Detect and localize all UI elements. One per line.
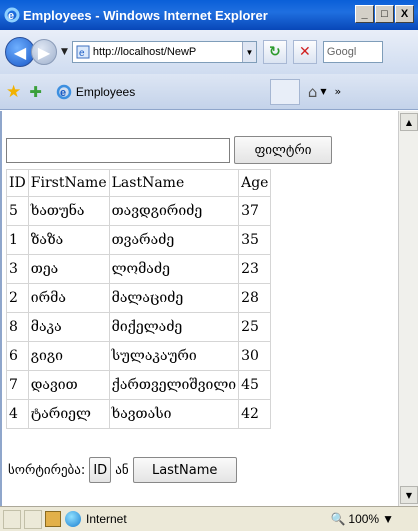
- svg-text:e: e: [60, 87, 66, 99]
- more-tools-icon[interactable]: »: [335, 85, 342, 98]
- protected-mode-icon: [45, 511, 61, 527]
- table-row: 5 ხათუნა თავდგირიძე 37: [6, 196, 272, 226]
- zoom-level: 100%: [348, 512, 380, 526]
- zoom-control[interactable]: 🔍 100% ▼: [330, 512, 394, 526]
- sort-or-text: ან: [115, 462, 129, 478]
- security-zone[interactable]: Internet: [65, 511, 127, 527]
- cell-lastname: სულაკაური: [108, 341, 240, 371]
- cell-id: 4: [6, 399, 29, 429]
- cell-lastname: ხავთასი: [108, 399, 240, 429]
- scroll-up-icon[interactable]: ▲: [400, 113, 418, 131]
- refresh-button[interactable]: ↻: [262, 40, 287, 64]
- sort-label: სორტირება:: [8, 462, 86, 478]
- home-dropdown-icon[interactable]: ▼: [320, 87, 326, 96]
- cell-firstname: ტარიელ: [27, 399, 110, 429]
- sort-controls: სორტირება: ID ან LastName: [8, 457, 237, 483]
- filter-input[interactable]: [6, 138, 230, 163]
- cell-age: 30: [238, 341, 272, 371]
- filter-button[interactable]: ფილტრი: [234, 136, 332, 164]
- address-url[interactable]: http://localhost/NewP: [93, 46, 242, 58]
- table-row: 2 ირმა მალაციძე 28: [6, 283, 272, 313]
- vertical-scrollbar[interactable]: ▲ ▼: [398, 111, 418, 506]
- favorites-star-icon[interactable]: ★: [6, 82, 21, 102]
- cell-lastname: თვარაძე: [108, 225, 240, 255]
- forward-button[interactable]: ▶: [31, 39, 57, 65]
- cell-id: 5: [6, 196, 29, 226]
- table-row: 4 ტარიელ ხავთასი 42: [6, 399, 272, 429]
- minimize-button[interactable]: _: [355, 5, 374, 23]
- cell-lastname: ქართველიშვილი: [108, 370, 240, 400]
- table-row: 1 ზაზა თვარაძე 35: [6, 225, 272, 255]
- tab-bar: ★ ✚ e Employees ⌂ ▼ »: [0, 74, 418, 110]
- cell-lastname: თავდგირიძე: [108, 196, 240, 226]
- stop-button[interactable]: ✕: [292, 40, 317, 64]
- table-row: 8 მაკა მიქელაძე 25: [6, 312, 272, 342]
- cell-age: 37: [238, 196, 272, 226]
- title-bar: e Employees - Windows Internet Explorer …: [0, 0, 418, 30]
- cell-firstname: გიგი: [27, 341, 110, 371]
- cell-age: 42: [238, 399, 272, 429]
- cell-firstname: თეა: [27, 254, 110, 284]
- cell-firstname: მაკა: [27, 312, 110, 342]
- home-icon[interactable]: ⌂: [308, 83, 318, 101]
- cell-age: 45: [238, 370, 272, 400]
- cell-age: 35: [238, 225, 272, 255]
- sort-by-lastname-button[interactable]: LastName: [132, 457, 237, 483]
- close-button[interactable]: X: [395, 5, 414, 23]
- cell-firstname: ირმა: [27, 283, 110, 313]
- ie-logo-icon: e: [4, 7, 20, 23]
- cell-lastname: მიქელაძე: [108, 312, 240, 342]
- address-bar[interactable]: e http://localhost/NewP ▼: [71, 41, 257, 63]
- table-header-row: ID FirstName LastName Age: [6, 169, 272, 197]
- maximize-button[interactable]: □: [375, 5, 394, 23]
- cell-firstname: დავით: [27, 370, 110, 400]
- scroll-down-icon[interactable]: ▼: [400, 486, 418, 504]
- header-id: ID: [6, 169, 29, 197]
- add-favorite-icon[interactable]: ✚: [29, 83, 42, 101]
- header-age: Age: [238, 169, 272, 197]
- svg-text:e: e: [79, 48, 85, 59]
- table-row: 3 თეა ლომაძე 23: [6, 254, 272, 284]
- search-box[interactable]: Googl: [322, 41, 383, 63]
- globe-icon: [65, 511, 81, 527]
- window-title: Employees - Windows Internet Explorer: [23, 7, 268, 23]
- window-controls: _ □ X: [355, 5, 414, 23]
- cell-lastname: ლომაძე: [108, 254, 240, 284]
- status-cell: [3, 509, 21, 529]
- header-lastname: LastName: [108, 169, 240, 197]
- tab-employees[interactable]: e Employees: [56, 78, 266, 106]
- history-dropdown-icon[interactable]: ▼: [61, 47, 68, 57]
- cell-id: 6: [6, 341, 29, 371]
- table-row: 7 დავით ქართველიშვილი 45: [6, 370, 272, 400]
- svg-text:e: e: [8, 10, 14, 22]
- cell-id: 7: [6, 370, 29, 400]
- cell-age: 28: [238, 283, 272, 313]
- cell-age: 23: [238, 254, 272, 284]
- cell-id: 1: [6, 225, 29, 255]
- zoom-dropdown-icon: ▼: [382, 512, 394, 526]
- navigation-bar: ◀ ▶ ▼ e http://localhost/NewP ▼ ↻ ✕ Goog…: [0, 30, 418, 74]
- ie-tab-icon: e: [56, 84, 72, 99]
- header-firstname: FirstName: [27, 169, 110, 197]
- cell-firstname: ზაზა: [27, 225, 110, 255]
- zoom-icon: 🔍: [330, 512, 346, 526]
- cell-id: 8: [6, 312, 29, 342]
- address-dropdown-icon[interactable]: ▼: [241, 42, 256, 62]
- tab-label: Employees: [75, 84, 136, 99]
- cell-age: 25: [238, 312, 272, 342]
- zone-label: Internet: [86, 512, 127, 526]
- cell-id: 2: [6, 283, 29, 313]
- sort-by-id-button[interactable]: ID: [89, 457, 112, 483]
- cell-firstname: ხათუნა: [27, 196, 110, 226]
- page-content: ფილტრი ID FirstName LastName Age 5 ხათუნ…: [0, 111, 398, 506]
- cell-lastname: მალაციძე: [108, 283, 240, 313]
- employees-table: ID FirstName LastName Age 5 ხათუნა თავდგ…: [6, 169, 272, 429]
- page-icon: e: [76, 45, 90, 59]
- status-bar: Internet 🔍 100% ▼: [0, 506, 418, 531]
- new-tab-button[interactable]: [269, 78, 300, 105]
- table-row: 6 გიგი სულაკაური 30: [6, 341, 272, 371]
- status-cell: [24, 509, 42, 529]
- cell-id: 3: [6, 254, 29, 284]
